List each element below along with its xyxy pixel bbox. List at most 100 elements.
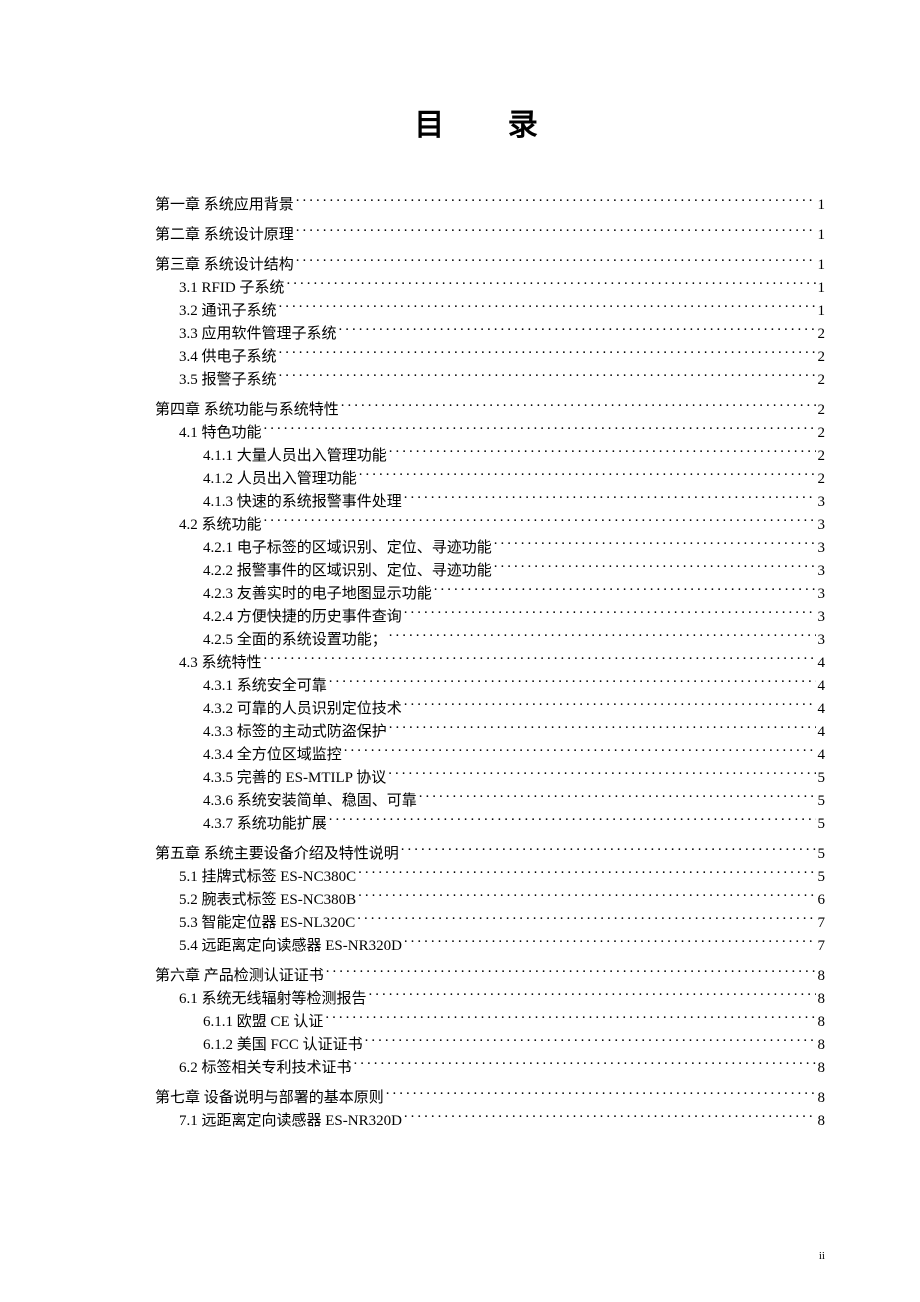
toc-dot-leader: [286, 277, 815, 292]
toc-entry-page: 1: [818, 194, 826, 217]
toc-entry: 4.1 特色功能2: [155, 422, 825, 445]
toc-entry-text: 6.1 系统无线辐射等检测报告: [179, 988, 367, 1011]
toc-dot-leader: [296, 224, 816, 239]
toc-entry-page: 8: [818, 965, 826, 988]
toc-dot-leader: [358, 866, 815, 881]
toc-dot-leader: [354, 1057, 816, 1072]
toc-dot-leader: [264, 422, 816, 437]
toc-dot-leader: [279, 300, 816, 315]
toc-entry-text: 第一章 系统应用背景: [155, 194, 294, 217]
toc-container: 第一章 系统应用背景1第二章 系统设计原理1第三章 系统设计结构13.1 RFI…: [155, 194, 825, 1133]
toc-entry-page: 3: [818, 514, 826, 537]
toc-entry: 第三章 系统设计结构1: [155, 254, 825, 277]
toc-entry-page: 1: [818, 254, 826, 277]
toc-entry-text: 3.5 报警子系统: [179, 369, 277, 392]
toc-dot-leader: [404, 491, 816, 506]
toc-entry-text: 4.2.3 友善实时的电子地图显示功能: [203, 583, 432, 606]
toc-entry-page: 1: [818, 300, 826, 323]
toc-entry-text: 4.2 系统功能: [179, 514, 262, 537]
toc-entry-text: 4.3.4 全方位区域监控: [203, 744, 342, 767]
toc-dot-leader: [494, 537, 816, 552]
toc-dot-leader: [279, 346, 816, 361]
toc-entry: 5.3 智能定位器 ES-NL320C 7: [155, 912, 825, 935]
toc-entry-text: 6.1.2 美国 FCC 认证证书: [203, 1034, 363, 1057]
toc-entry-page: 3: [818, 537, 826, 560]
toc-entry-page: 7: [818, 912, 826, 935]
toc-entry-page: 1: [818, 224, 826, 247]
toc-entry: 3.4 供电子系统2: [155, 346, 825, 369]
toc-entry: 7.1 远距离定向读感器 ES-NR320D 8: [155, 1110, 825, 1133]
toc-entry-page: 8: [818, 988, 826, 1011]
toc-dot-leader: [296, 194, 816, 209]
toc-dot-leader: [329, 813, 816, 828]
toc-entry-text: 4.1.2 人员出入管理功能: [203, 468, 357, 491]
toc-entry: 3.5 报警子系统2: [155, 369, 825, 392]
toc-entry: 3.2 通讯子系统1: [155, 300, 825, 323]
toc-dot-leader: [325, 1011, 815, 1026]
toc-entry: 第四章 系统功能与系统特性 2: [155, 399, 825, 422]
toc-dot-leader: [404, 606, 816, 621]
toc-entry: 4.3.2 可靠的人员识别定位技术4: [155, 698, 825, 721]
toc-dot-leader: [359, 468, 816, 483]
toc-entry-page: 3: [818, 583, 826, 606]
toc-entry-page: 2: [818, 323, 826, 346]
toc-entry: 第六章 产品检测认证证书 8: [155, 965, 825, 988]
toc-dot-leader: [389, 445, 816, 460]
toc-dot-leader: [344, 744, 816, 759]
toc-dot-leader: [357, 912, 815, 927]
toc-entry: 6.2 标签相关专利技术证书 8: [155, 1057, 825, 1080]
toc-entry: 6.1.1 欧盟 CE 认证8: [155, 1011, 825, 1034]
toc-dot-leader: [329, 675, 816, 690]
toc-entry-text: 第七章 设备说明与部署的基本原则: [155, 1087, 384, 1110]
toc-entry-page: 8: [818, 1110, 826, 1133]
toc-entry-page: 2: [818, 468, 826, 491]
toc-entry-page: 3: [818, 491, 826, 514]
toc-entry-page: 5: [818, 767, 826, 790]
toc-dot-leader: [419, 790, 816, 805]
toc-entry-text: 4.3.7 系统功能扩展: [203, 813, 327, 836]
toc-entry-text: 4.3.6 系统安装简单、稳固、可靠: [203, 790, 417, 813]
toc-entry-text: 4.3.5 完善的 ES-MTILP 协议: [203, 767, 386, 790]
toc-entry-text: 5.4 远距离定向读感器 ES-NR320D: [179, 935, 402, 958]
toc-entry-text: 第二章 系统设计原理: [155, 224, 294, 247]
toc-entry-page: 5: [818, 843, 826, 866]
toc-entry: 4.3.7 系统功能扩展5: [155, 813, 825, 836]
toc-entry: 第一章 系统应用背景 1: [155, 194, 825, 217]
toc-entry-text: 4.3.1 系统安全可靠: [203, 675, 327, 698]
toc-entry-text: 第四章 系统功能与系统特性: [155, 399, 339, 422]
toc-entry-page: 8: [818, 1057, 826, 1080]
toc-entry-text: 第六章 产品检测认证证书: [155, 965, 324, 988]
toc-entry: 3.1 RFID 子系统1: [155, 277, 825, 300]
page-number: ii: [819, 1250, 825, 1262]
toc-dot-leader: [404, 698, 816, 713]
toc-block: 第五章 系统主要设备介绍及特性说明55.1 挂牌式标签 ES-NC380C55.…: [155, 843, 825, 958]
toc-dot-leader: [389, 629, 816, 644]
toc-dot-leader: [404, 935, 816, 950]
toc-entry-page: 4: [818, 652, 826, 675]
toc-block: 第七章 设备说明与部署的基本原则 8 7.1 远距离定向读感器 ES-NR320D 8: [155, 1087, 825, 1133]
toc-entry-text: 4.1.1 大量人员出入管理功能: [203, 445, 387, 468]
toc-entry-text: 7.1 远距离定向读感器 ES-NR320D: [179, 1110, 402, 1133]
toc-entry: 4.2 系统功能 3: [155, 514, 825, 537]
toc-block: 第四章 系统功能与系统特性24.1 特色功能24.1.1 大量人员出入管理功能2…: [155, 399, 825, 836]
toc-entry-page: 7: [818, 935, 826, 958]
toc-dot-leader: [339, 323, 816, 338]
toc-entry-page: 4: [818, 698, 826, 721]
toc-entry-text: 4.1.3 快速的系统报警事件处理: [203, 491, 402, 514]
toc-entry-text: 6.2 标签相关专利技术证书: [179, 1057, 352, 1080]
toc-entry: 6.1 系统无线辐射等检测报告 8: [155, 988, 825, 1011]
toc-entry-page: 3: [818, 606, 826, 629]
toc-entry-text: 5.1 挂牌式标签 ES-NC380C: [179, 866, 356, 889]
toc-entry: 4.3 系统特性4: [155, 652, 825, 675]
toc-entry: 4.2.1 电子标签的区域识别、定位、寻迹功能3: [155, 537, 825, 560]
toc-entry-page: 2: [818, 399, 826, 422]
toc-entry-page: 8: [818, 1087, 826, 1110]
toc-entry: 第五章 系统主要设备介绍及特性说明5: [155, 843, 825, 866]
toc-entry: 4.2.2 报警事件的区域识别、定位、寻迹功能3: [155, 560, 825, 583]
toc-entry: 5.1 挂牌式标签 ES-NC380C5: [155, 866, 825, 889]
toc-entry: 4.3.6 系统安装简单、稳固、可靠5: [155, 790, 825, 813]
toc-title: 目 录: [155, 100, 825, 144]
toc-entry-text: 5.3 智能定位器 ES-NL320C: [179, 912, 355, 935]
toc-dot-leader: [434, 583, 816, 598]
toc-entry-page: 1: [818, 277, 826, 300]
